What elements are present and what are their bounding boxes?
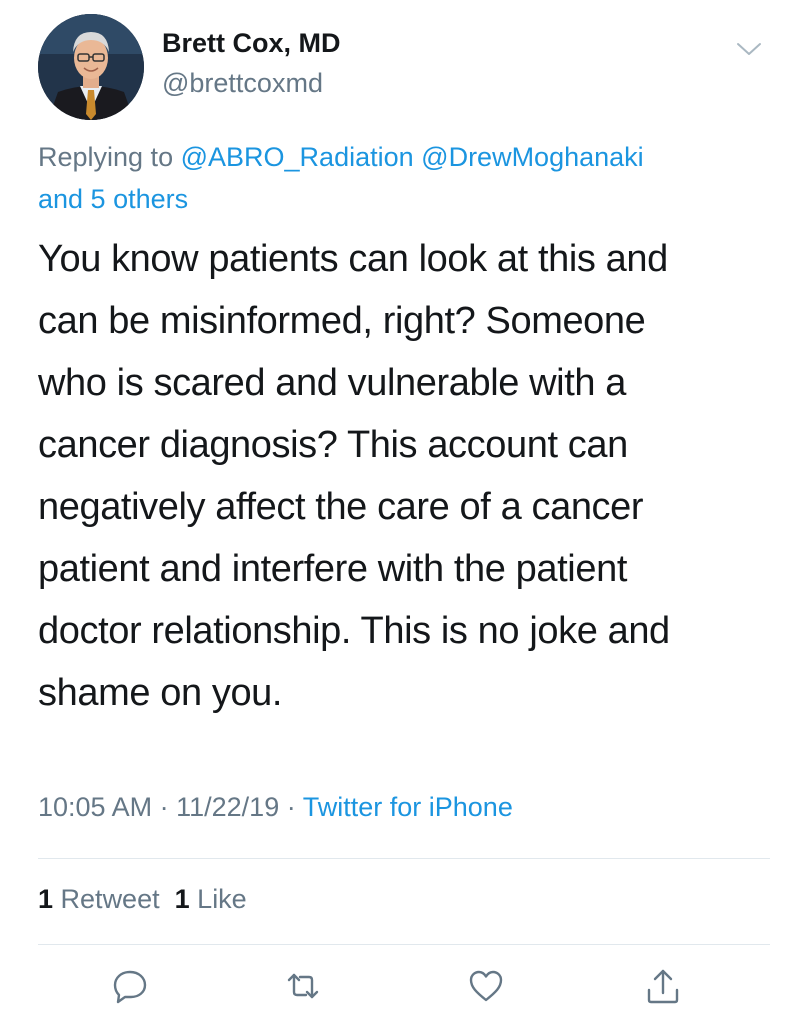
tweet-date: 11/22/19 [176, 792, 280, 822]
chevron-down-icon[interactable] [734, 38, 764, 60]
reply-icon[interactable] [110, 966, 150, 1006]
tweet-meta: 10:05 AM · 11/22/19 · Twitter for iPhone [38, 792, 513, 823]
retweet-icon[interactable] [283, 966, 323, 1006]
replying-to: Replying to @ABRO_Radiation @DrewMoghana… [38, 136, 758, 220]
tweet-time: 10:05 AM [38, 792, 153, 822]
tweet-source-link[interactable]: Twitter for iPhone [303, 792, 513, 822]
meta-separator: · [159, 792, 169, 822]
meta-separator: · [286, 792, 296, 822]
retweet-count: 1 [38, 884, 54, 914]
tweet-text: You know patients can look at this and c… [38, 238, 670, 714]
tweet-stats: 1 Retweet 1 Like [38, 884, 247, 915]
heart-icon[interactable] [466, 966, 506, 1006]
mention-link[interactable]: @ABRO_Radiation [181, 142, 414, 172]
retweet-label: Retweet [60, 884, 160, 914]
user-handle[interactable]: @brettcoxmd [162, 68, 323, 99]
profile-photo-icon [38, 14, 144, 120]
replying-prefix: Replying to [38, 142, 174, 172]
others-link[interactable]: and 5 others [38, 184, 188, 214]
like-count: 1 [174, 884, 190, 914]
avatar[interactable] [38, 14, 144, 120]
retweets-stat[interactable]: 1 Retweet [38, 884, 160, 914]
share-icon[interactable] [643, 966, 683, 1006]
like-label: Like [197, 884, 247, 914]
mention-link[interactable]: @DrewMoghanaki [421, 142, 644, 172]
likes-stat[interactable]: 1 Like [175, 884, 247, 914]
divider [38, 944, 770, 945]
divider [38, 858, 770, 859]
display-name[interactable]: Brett Cox, MD [162, 28, 341, 59]
